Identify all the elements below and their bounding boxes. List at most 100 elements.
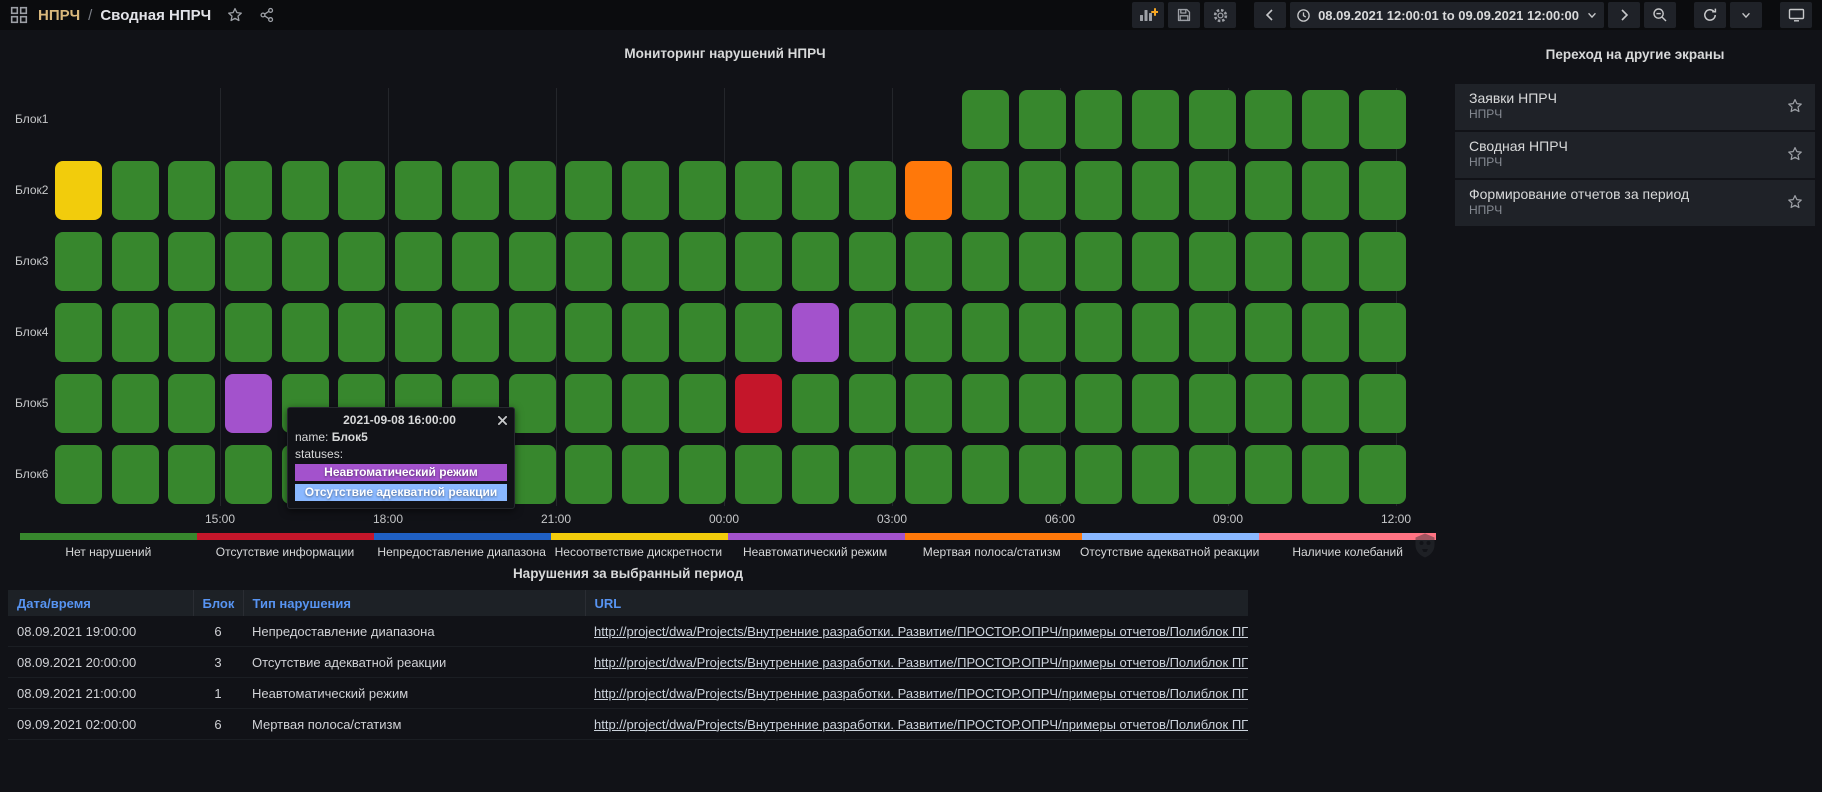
status-cell[interactable] [1245,374,1292,433]
table-column-header[interactable]: Тип нарушения [243,590,585,616]
status-cell[interactable] [112,374,159,433]
cycle-view-mode-button[interactable] [1780,2,1812,28]
status-cell[interactable] [849,303,896,362]
status-cell[interactable] [168,161,215,220]
refresh-interval-dropdown[interactable] [1730,2,1762,28]
status-cell[interactable] [55,445,102,504]
status-cell[interactable] [1359,232,1406,291]
status-cell[interactable] [1359,303,1406,362]
status-cell[interactable] [1302,374,1349,433]
status-cell[interactable] [1132,445,1179,504]
status-cell[interactable] [55,303,102,362]
status-cell[interactable] [1075,161,1122,220]
status-cell[interactable] [1359,445,1406,504]
status-cell[interactable] [1189,90,1236,149]
status-cell[interactable] [905,303,952,362]
report-link[interactable]: http://project/dwa/Projects/Внутренние р… [594,624,1248,639]
status-cell[interactable] [1359,90,1406,149]
status-cell[interactable] [1132,161,1179,220]
close-icon[interactable] [498,416,507,425]
table-column-header[interactable]: URL [585,590,1248,616]
apps-grid-icon[interactable] [10,6,28,24]
status-cell[interactable] [1302,445,1349,504]
status-cell[interactable] [1019,303,1066,362]
status-cell[interactable] [338,161,385,220]
refresh-button[interactable] [1694,2,1726,28]
time-back-button[interactable] [1254,2,1286,28]
zoom-out-button[interactable] [1644,2,1676,28]
status-cell[interactable] [962,232,1009,291]
violations-panel-title[interactable]: Нарушения за выбранный период [0,566,1256,581]
status-cell[interactable] [679,303,726,362]
star-icon[interactable] [1787,98,1803,114]
time-forward-button[interactable] [1608,2,1640,28]
status-cell[interactable] [1075,232,1122,291]
status-cell[interactable] [1302,303,1349,362]
star-icon[interactable] [1787,146,1803,162]
status-cell[interactable] [962,90,1009,149]
table-column-header[interactable]: Дата/время [8,590,193,616]
status-cell[interactable] [735,232,782,291]
status-cell[interactable] [679,445,726,504]
status-cell[interactable] [622,374,669,433]
dashboard-settings-button[interactable] [1204,2,1236,28]
save-dashboard-button[interactable] [1168,2,1200,28]
report-link[interactable]: http://project/dwa/Projects/Внутренние р… [594,655,1248,670]
status-cell[interactable] [168,374,215,433]
status-cell[interactable] [1019,90,1066,149]
status-cell[interactable] [905,445,952,504]
status-cell[interactable] [1132,303,1179,362]
status-cell[interactable] [849,374,896,433]
status-cell[interactable] [1075,90,1122,149]
status-cell[interactable] [225,445,272,504]
status-cell[interactable] [622,303,669,362]
status-cell[interactable] [509,445,556,504]
status-cell[interactable] [849,161,896,220]
add-panel-button[interactable] [1132,2,1164,28]
share-icon[interactable] [259,7,275,23]
dashboard-link-item[interactable]: Формирование отчетов за периодНПРЧ [1455,180,1815,226]
status-cell[interactable] [112,303,159,362]
status-cell[interactable] [225,303,272,362]
status-cell[interactable] [1019,161,1066,220]
report-link[interactable]: http://project/dwa/Projects/Внутренние р… [594,686,1248,701]
status-cell[interactable] [1132,374,1179,433]
status-cell[interactable] [735,161,782,220]
status-cell[interactable] [1302,232,1349,291]
status-cell[interactable] [55,161,102,220]
status-cell[interactable] [1019,374,1066,433]
status-cell[interactable] [1189,303,1236,362]
status-cell[interactable] [395,232,442,291]
status-cell[interactable] [679,374,726,433]
breadcrumb-dashboard[interactable]: Сводная НПРЧ [100,7,211,24]
status-cell[interactable] [1189,374,1236,433]
status-cell[interactable] [1245,232,1292,291]
status-cell[interactable] [338,232,385,291]
status-cell[interactable] [962,445,1009,504]
monitoring-panel-title[interactable]: Мониторинг нарушений НПРЧ [0,46,1450,61]
status-cell[interactable] [1019,445,1066,504]
status-cell[interactable] [792,445,839,504]
status-cell[interactable] [679,232,726,291]
time-range-picker[interactable]: 08.09.2021 12:00:01 to 09.09.2021 12:00:… [1290,2,1604,28]
status-cell[interactable] [509,161,556,220]
status-cell[interactable] [962,161,1009,220]
status-cell[interactable] [509,232,556,291]
star-icon[interactable] [1787,194,1803,210]
status-cell[interactable] [849,232,896,291]
status-cell[interactable] [112,445,159,504]
status-cell[interactable] [1189,445,1236,504]
status-cell[interactable] [905,161,952,220]
status-cell[interactable] [509,303,556,362]
status-cell[interactable] [1075,445,1122,504]
links-panel-title[interactable]: Переход на другие экраны [1455,47,1815,62]
status-cell[interactable] [1245,90,1292,149]
status-cell[interactable] [792,232,839,291]
status-cell[interactable] [282,303,329,362]
status-cell[interactable] [282,161,329,220]
status-cell[interactable] [1019,232,1066,291]
status-cell[interactable] [1189,232,1236,291]
status-cell[interactable] [395,303,442,362]
status-cell[interactable] [112,161,159,220]
status-cell[interactable] [1359,374,1406,433]
